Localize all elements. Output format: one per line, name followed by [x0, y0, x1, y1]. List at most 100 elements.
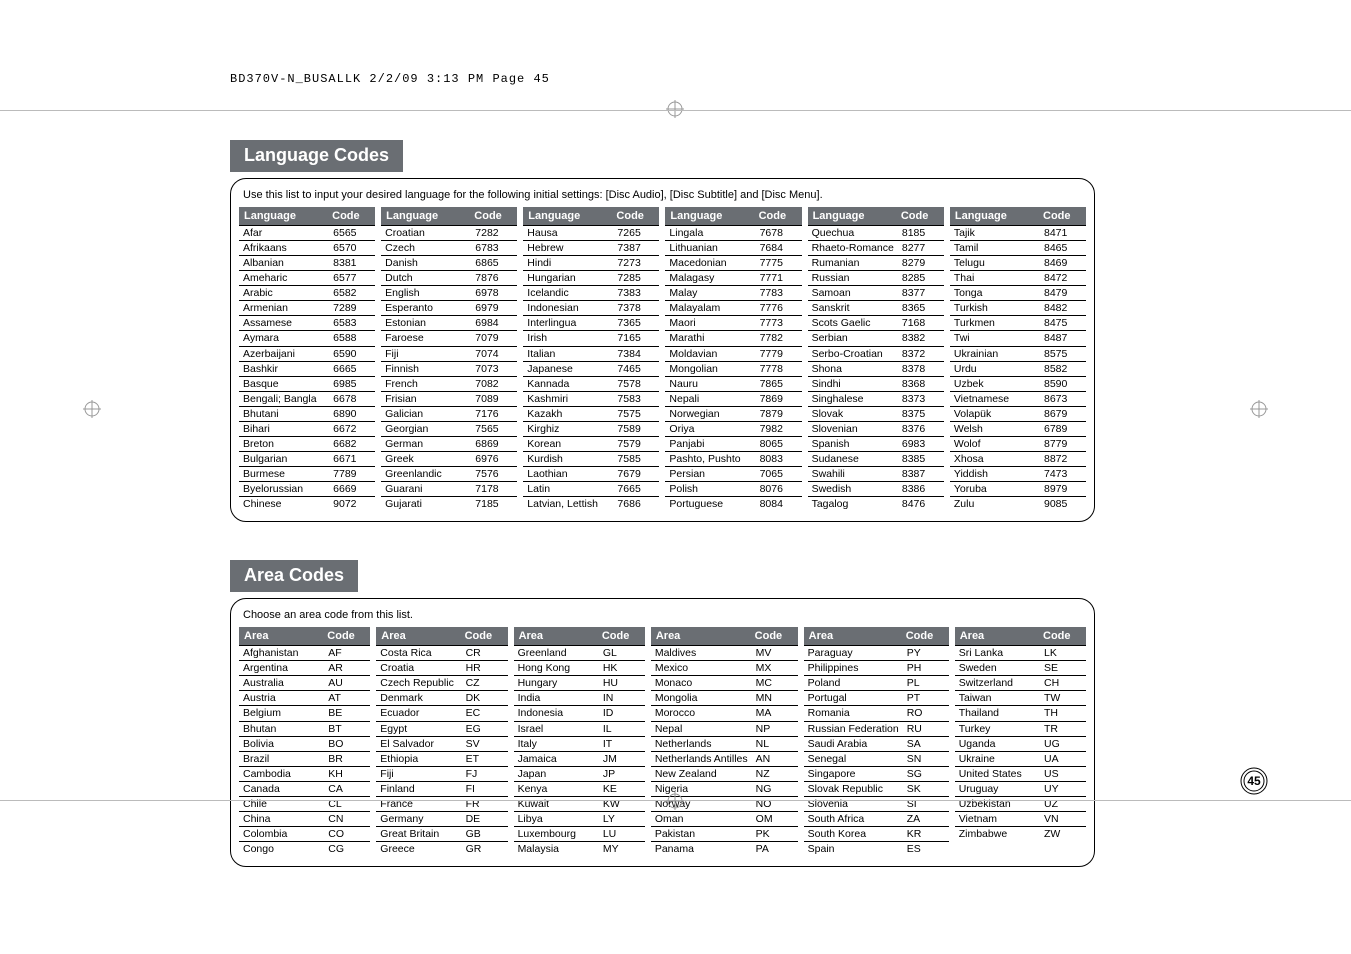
table-row: English6978	[381, 285, 517, 300]
cell-name: Sanskrit	[808, 301, 898, 315]
table-row: Azerbaijani6590	[239, 346, 375, 361]
cell-name: Malay	[665, 286, 755, 300]
cell-name: Japan	[514, 767, 599, 781]
table-row: Sudanese8385	[808, 451, 944, 466]
cell-code: NO	[752, 797, 798, 811]
table-row: SloveniaSI	[804, 796, 949, 811]
header-code: Code	[1039, 628, 1085, 644]
table-row: NepalNP	[651, 721, 798, 736]
cell-code: 8277	[898, 241, 944, 255]
cell-name: Wolof	[950, 437, 1040, 451]
area-codes-title: Area Codes	[230, 560, 358, 592]
cell-code: FJ	[462, 767, 508, 781]
header-name: Area	[515, 628, 598, 644]
header-name: Language	[666, 208, 754, 224]
cell-code: UZ	[1040, 797, 1086, 811]
area-codes-section: Area Codes Choose an area code from this…	[230, 560, 1095, 867]
cell-code: CN	[324, 812, 370, 826]
table-row: ZimbabweZW	[955, 826, 1086, 841]
cell-code: LK	[1040, 646, 1086, 660]
table-row: Albanian8381	[239, 255, 375, 270]
table-column-header: AreaCode	[804, 627, 949, 645]
cell-name: Australia	[239, 676, 324, 690]
cell-name: Uruguay	[955, 782, 1040, 796]
table-row: Sanskrit8365	[808, 300, 944, 315]
cell-name: Marathi	[665, 331, 755, 345]
cell-name: Fiji	[381, 347, 471, 361]
table-row: IndiaIN	[514, 690, 645, 705]
cell-name: Portuguese	[665, 497, 755, 511]
cell-name: Tonga	[950, 286, 1040, 300]
table-row: Byelorussian6669	[239, 481, 375, 496]
table-row: Kirghiz7589	[523, 421, 659, 436]
cell-code: 6984	[471, 316, 517, 330]
table-row: Hong KongHK	[514, 660, 645, 675]
cell-code: AU	[324, 676, 370, 690]
cell-name: Xhosa	[950, 452, 1040, 466]
cell-code: SN	[903, 752, 949, 766]
cell-code: 8065	[756, 437, 802, 451]
cell-name: Hungarian	[523, 271, 613, 285]
header-code: Code	[598, 628, 644, 644]
table-row: United StatesUS	[955, 766, 1086, 781]
page-number-badge: 45	[1239, 766, 1269, 796]
table-row: Telugu8469	[950, 255, 1086, 270]
table-row: MonacoMC	[651, 675, 798, 690]
cell-code: 7082	[471, 377, 517, 391]
table-column: LanguageCodeHausa7265Hebrew7387Hindi7273…	[523, 207, 659, 511]
cell-name: Oriya	[665, 422, 755, 436]
cell-name: United States	[955, 767, 1040, 781]
table-row: Arabic6582	[239, 285, 375, 300]
table-column: AreaCodeAfghanistanAFArgentinaARAustrali…	[239, 627, 370, 856]
table-row: Japanese7465	[523, 361, 659, 376]
table-column-header: LanguageCode	[381, 207, 517, 225]
table-row: PanamaPA	[651, 841, 798, 856]
cell-name: Congo	[239, 842, 324, 856]
cell-code: EC	[462, 706, 508, 720]
cell-name: Ukrainian	[950, 347, 1040, 361]
table-column-header: LanguageCode	[808, 207, 944, 225]
print-header: BD370V-N_BUSALLK 2/2/09 3:13 PM Page 45	[230, 72, 550, 86]
cell-code: 8279	[898, 256, 944, 270]
table-row: MalaysiaMY	[514, 841, 645, 856]
cell-name: Urdu	[950, 362, 1040, 376]
cell-name: Pakistan	[651, 827, 752, 841]
table-row: Moldavian7779	[665, 346, 801, 361]
cell-code: NG	[752, 782, 798, 796]
table-row: Portuguese8084	[665, 496, 801, 511]
table-row: MoroccoMA	[651, 705, 798, 720]
cell-code: 6570	[329, 241, 375, 255]
table-row: Afrikaans6570	[239, 240, 375, 255]
cell-code: AR	[324, 661, 370, 675]
cell-code: 7185	[471, 497, 517, 511]
cell-name: Paraguay	[804, 646, 903, 660]
cell-name: Japanese	[523, 362, 613, 376]
cell-code: 8083	[756, 452, 802, 466]
cell-code: HK	[599, 661, 645, 675]
table-row: Icelandic7383	[523, 285, 659, 300]
cell-code: 8872	[1040, 452, 1086, 466]
cell-code: GB	[462, 827, 508, 841]
table-row: EthiopiaET	[376, 751, 507, 766]
area-codes-box: Choose an area code from this list. Area…	[230, 598, 1095, 867]
cell-name: Lithuanian	[665, 241, 755, 255]
cell-name: Oman	[651, 812, 752, 826]
cell-name: Ecuador	[376, 706, 461, 720]
cell-code: 7578	[613, 377, 659, 391]
cell-name: Hong Kong	[514, 661, 599, 675]
table-row: French7082	[381, 376, 517, 391]
cell-code: NP	[752, 722, 798, 736]
table-row: Kannada7578	[523, 376, 659, 391]
cell-name: Morocco	[651, 706, 752, 720]
cell-code: 8979	[1040, 482, 1086, 496]
table-row: Irish7165	[523, 330, 659, 345]
cell-name: Indonesian	[523, 301, 613, 315]
cell-name: Basque	[239, 377, 329, 391]
cell-code: 8365	[898, 301, 944, 315]
table-column-header: AreaCode	[514, 627, 645, 645]
cell-name: French	[381, 377, 471, 391]
cell-name: Burmese	[239, 467, 329, 481]
cell-name: Nauru	[665, 377, 755, 391]
table-row: ThailandTH	[955, 705, 1086, 720]
table-row: Thai8472	[950, 270, 1086, 285]
